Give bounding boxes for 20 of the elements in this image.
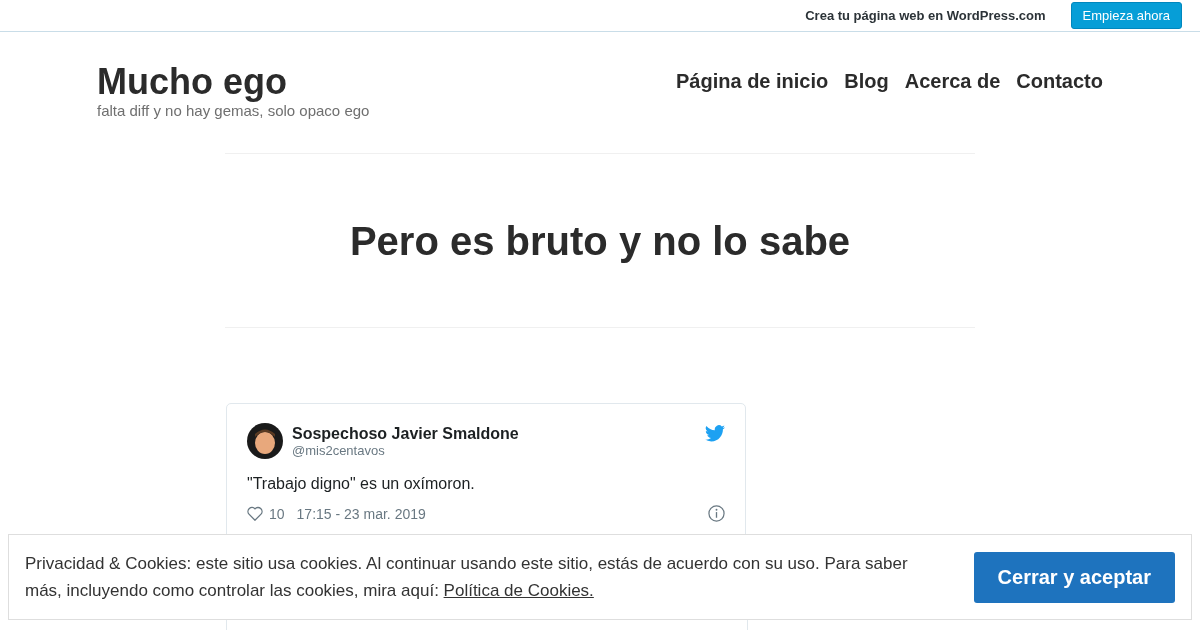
accept-button[interactable]: Cerrar y aceptar	[973, 551, 1175, 603]
cookie-policy-link[interactable]: Política de Cookies.	[443, 581, 594, 600]
nav-link[interactable]: Contacto	[1016, 70, 1103, 93]
promo-link[interactable]: Crea tu página web en WordPress.com	[805, 8, 1046, 23]
bird-icon[interactable]	[705, 425, 725, 442]
author-name[interactable]: Sospechoso Javier Smaldone	[292, 424, 696, 443]
avatar-icon	[247, 423, 283, 459]
heart-icon[interactable]	[247, 506, 263, 521]
site-title[interactable]: Mucho ego	[97, 62, 370, 102]
author-handle[interactable]: @mis2centavos	[292, 442, 696, 458]
info-icon[interactable]	[708, 505, 725, 522]
tweet-time[interactable]: 17:15 - 23 mar. 2019	[296, 505, 702, 522]
nav-link[interactable]: Página de inicio	[676, 70, 829, 93]
cookie-notice: Privacidad & Cookies: este sitio usa cookies. Al continuar usando este sitio, estás de acuerdo con su uso. Para saber más, incluyendo como controlar las cookies, mira aquí: Política de Cookies.	[25, 553, 909, 602]
nav-link[interactable]: Acerca de	[904, 70, 1001, 93]
site-tagline: falta diff y no hay gemas, solo opaco ego	[97, 102, 370, 119]
like-count: 10	[269, 505, 285, 522]
tweet-text: "Trabajo digno" es un oxímoron.	[247, 475, 476, 493]
nav-link[interactable]: Blog	[844, 70, 889, 93]
page-title: Pero es bruto y no lo sabe	[348, 218, 852, 265]
